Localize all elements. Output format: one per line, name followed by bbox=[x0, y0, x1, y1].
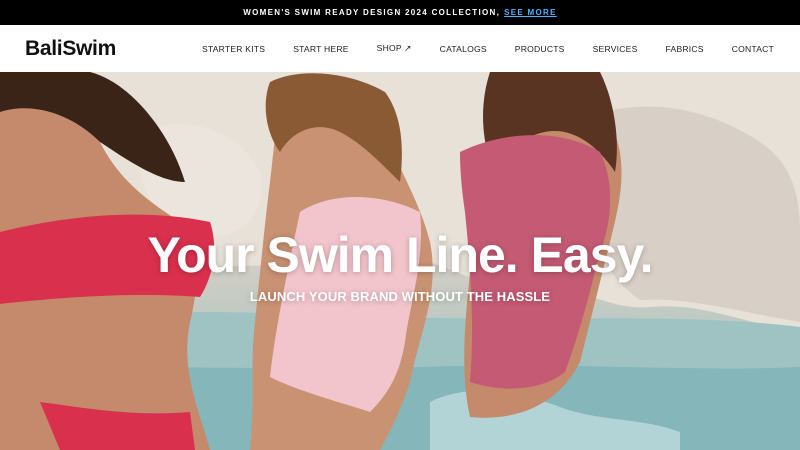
announcement-text: WOMEN'S SWIM READY DESIGN 2024 COLLECTIO… bbox=[243, 8, 501, 17]
hero-banner: Your Swim Line. Easy. LAUNCH YOUR BRAND … bbox=[0, 72, 800, 450]
nav-item-products[interactable]: PRODUCTS bbox=[515, 44, 565, 54]
nav-item-contact[interactable]: CONTACT bbox=[732, 44, 774, 54]
hero-subtitle: LAUNCH YOUR BRAND WITHOUT THE HASSLE bbox=[249, 289, 551, 304]
nav-item-services[interactable]: SERVICES bbox=[593, 44, 638, 54]
site-header: BaliSwim STARTER KITS START HERE SHOP ↗ … bbox=[0, 25, 800, 72]
announcement-bar: WOMEN'S SWIM READY DESIGN 2024 COLLECTIO… bbox=[0, 0, 800, 25]
nav-item-fabrics[interactable]: FABRICS bbox=[666, 44, 704, 54]
main-nav: STARTER KITS START HERE SHOP ↗ CATALOGS … bbox=[202, 43, 774, 54]
nav-item-start-here[interactable]: START HERE bbox=[293, 44, 348, 54]
hero-title: Your Swim Line. Easy. bbox=[147, 227, 653, 283]
see-more-link[interactable]: SEE MORE bbox=[504, 8, 557, 17]
nav-item-starter-kits[interactable]: STARTER KITS bbox=[202, 44, 265, 54]
nav-item-shop[interactable]: SHOP ↗ bbox=[377, 43, 412, 54]
nav-item-catalogs[interactable]: CATALOGS bbox=[440, 44, 487, 54]
logo[interactable]: BaliSwim bbox=[25, 37, 116, 61]
